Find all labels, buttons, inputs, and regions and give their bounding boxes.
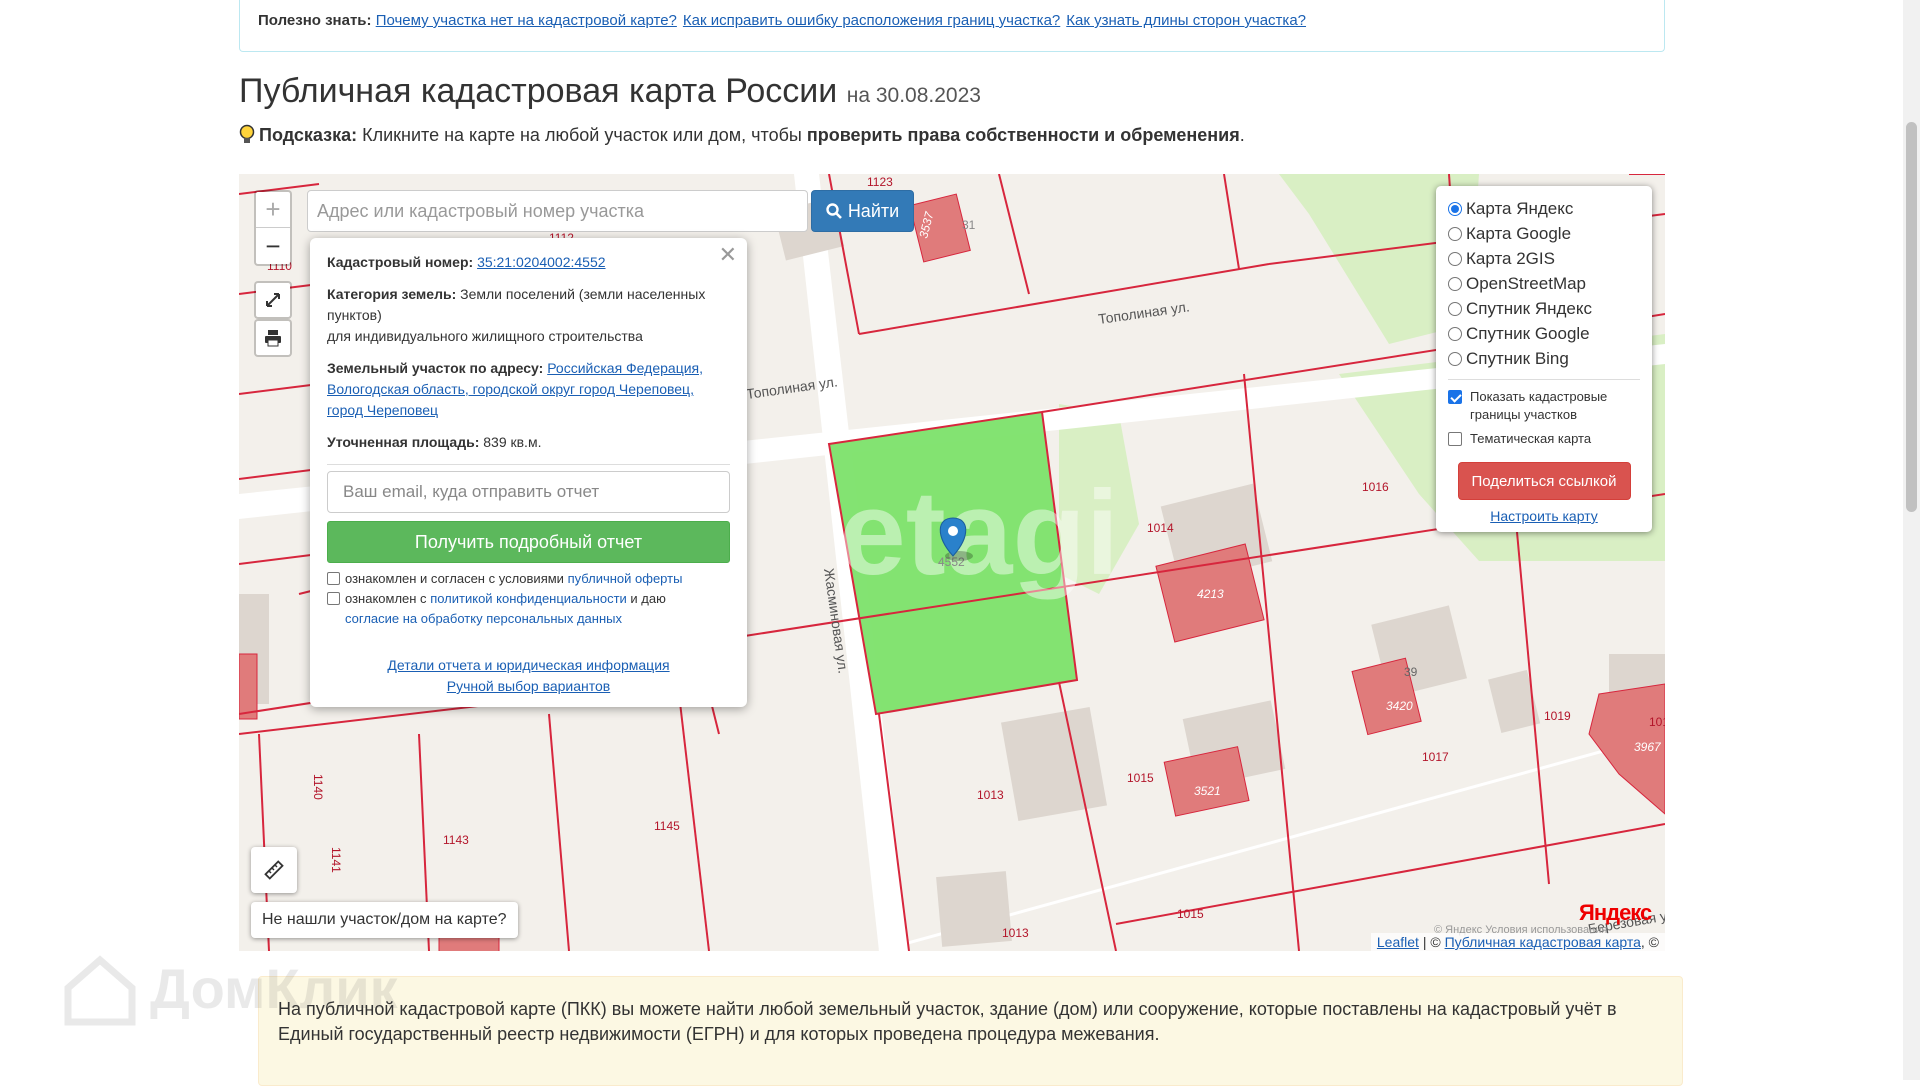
radio-button[interactable] bbox=[1448, 326, 1462, 341]
etagi-watermark: etagi bbox=[839, 466, 1119, 600]
print-button[interactable] bbox=[254, 319, 292, 357]
useful-link-side-lengths[interactable]: Как узнать длины сторон участка? bbox=[1066, 12, 1306, 29]
map-attribution: Leaflet | © Публичная кадастровая карта,… bbox=[1370, 933, 1665, 951]
parcel-label: 1010 bbox=[1649, 715, 1665, 729]
radio-button[interactable] bbox=[1448, 201, 1462, 216]
ruler-button[interactable] bbox=[251, 847, 297, 893]
agree-offer-checkbox[interactable]: ознакомлен и согласен с условиями публич… bbox=[327, 569, 730, 589]
radio-button[interactable] bbox=[1448, 301, 1462, 316]
area-row: Уточненная площадь: 839 кв.м. bbox=[327, 434, 542, 450]
hint: Подсказка: Кликните на карте на любой уч… bbox=[239, 124, 1245, 146]
report-details-link[interactable]: Детали отчета и юридическая информация bbox=[387, 657, 669, 673]
page-scrollbar[interactable] bbox=[1903, 0, 1920, 1080]
useful-label: Полезно знать: bbox=[258, 12, 372, 29]
layer-option-2gis-map[interactable]: Карта 2GIS bbox=[1448, 246, 1640, 271]
fullscreen-icon bbox=[266, 293, 280, 307]
offer-link[interactable]: публичной оферты bbox=[568, 571, 683, 586]
parcel-info-popup: ✕ Кадастровый номер: 35:21:0204002:4552 … bbox=[310, 238, 747, 707]
find-button[interactable]: Найти bbox=[811, 190, 914, 232]
building-label: 3420 bbox=[1386, 699, 1413, 713]
manual-choice-link[interactable]: Ручной выбор вариантов bbox=[447, 678, 611, 694]
not-found-button[interactable]: Не нашли участок/дом на карте? bbox=[251, 902, 518, 938]
layer-option-google-map[interactable]: Карта Google bbox=[1448, 221, 1640, 246]
page-title: Публичная кадастровая карта России на 30… bbox=[239, 72, 981, 110]
layer-option-yandex-map[interactable]: Карта Яндекс bbox=[1448, 196, 1640, 221]
building-label: 3521 bbox=[1194, 784, 1221, 798]
useful-link-why-missing[interactable]: Почему участка нет на кадастровой карте? bbox=[376, 12, 677, 29]
zoom-in-button[interactable]: + bbox=[256, 192, 290, 228]
land-use: для индивидуального жилищного строительс… bbox=[327, 328, 643, 344]
parcel-label: 1017 bbox=[1422, 750, 1449, 764]
scrollbar-thumb[interactable] bbox=[1906, 122, 1917, 512]
configure-map-link[interactable]: Настроить карту bbox=[1490, 508, 1598, 524]
parcel-label: 1140 bbox=[311, 774, 325, 800]
layer-option-google-satellite[interactable]: Спутник Google bbox=[1448, 321, 1640, 346]
page-date: на 30.08.2023 bbox=[846, 84, 981, 107]
house-logo-icon bbox=[64, 955, 136, 1026]
cadastral-number-row: Кадастровый номер: 35:21:0204002:4552 bbox=[327, 254, 606, 270]
agree-privacy-checkbox[interactable]: ознакомлен с политикой конфиденциальност… bbox=[327, 589, 730, 629]
building-label: 3967 bbox=[1634, 740, 1662, 754]
print-icon bbox=[265, 330, 281, 347]
domclick-watermark: ДомКлик bbox=[60, 948, 398, 1028]
privacy-link[interactable]: политикой конфиденциальности bbox=[430, 591, 627, 606]
parcel-label: 1015 bbox=[1177, 907, 1204, 921]
building-label: 31 bbox=[962, 218, 976, 232]
radio-button[interactable] bbox=[1448, 251, 1462, 266]
fullscreen-button[interactable] bbox=[254, 281, 292, 319]
parcel-label: 1013 bbox=[977, 788, 1004, 802]
address-row: Земельный участок по адресу: Российская … bbox=[327, 360, 704, 418]
yandex-logo: Яндекс bbox=[1579, 900, 1652, 925]
checkbox[interactable] bbox=[1448, 432, 1462, 446]
building-label: 4213 bbox=[1197, 587, 1224, 601]
checkbox[interactable] bbox=[327, 572, 340, 585]
street-label: Тополиная ул. bbox=[1097, 298, 1190, 327]
useful-links-panel: Полезно знать: Почему участка нет на кад… bbox=[239, 0, 1665, 52]
share-link-button[interactable]: Поделиться ссылкой bbox=[1457, 462, 1631, 500]
show-borders-toggle[interactable]: Показать кадастровые границы участков bbox=[1448, 388, 1640, 424]
land-category-row: Категория земель: Земли поселений (земли… bbox=[327, 286, 706, 344]
parcel-label: 1013 bbox=[1002, 926, 1029, 940]
email-field[interactable] bbox=[327, 471, 730, 513]
cadastral-number-link[interactable]: 35:21:0204002:4552 bbox=[477, 254, 605, 270]
checkbox[interactable] bbox=[1448, 390, 1462, 404]
find-button-label: Найти bbox=[847, 200, 900, 221]
layer-switcher: Карта Яндекс Карта Google Карта 2GIS Ope… bbox=[1436, 186, 1652, 532]
pkk-link[interactable]: Публичная кадастровая карта bbox=[1445, 934, 1641, 950]
parcel-label: 1141 bbox=[329, 847, 343, 873]
parcel-label: 1123 bbox=[867, 175, 893, 189]
consent-link[interactable]: согласие на обработку персональных данны… bbox=[345, 611, 622, 626]
useful-link-fix-error[interactable]: Как исправить ошибку расположения границ… bbox=[683, 12, 1060, 29]
lightbulb-icon bbox=[239, 124, 255, 143]
parcel-label: 1014 bbox=[1147, 521, 1174, 535]
layer-option-bing-satellite[interactable]: Спутник Bing bbox=[1448, 346, 1640, 371]
info-panel: На публичной кадастровой карте (ПКК) вы … bbox=[258, 976, 1683, 1086]
radio-button[interactable] bbox=[1448, 276, 1462, 291]
parcel-label: 1016 bbox=[1362, 480, 1389, 494]
layer-option-osm[interactable]: OpenStreetMap bbox=[1448, 271, 1640, 296]
cadastral-map[interactable]: etagi Тополиная ул. Тополиная ул. Жасмин… bbox=[239, 174, 1665, 951]
thematic-map-toggle[interactable]: Тематическая карта bbox=[1448, 430, 1640, 448]
leaflet-link[interactable]: Leaflet bbox=[1377, 934, 1419, 950]
parcel-label: 39 bbox=[1404, 665, 1418, 679]
radio-button[interactable] bbox=[1448, 226, 1462, 241]
close-icon[interactable]: ✕ bbox=[719, 244, 737, 266]
parcel-label: 1145 bbox=[654, 819, 680, 833]
parcel-label: 1143 bbox=[443, 833, 469, 847]
parcel-label: 1019 bbox=[1544, 709, 1571, 723]
get-report-button[interactable]: Получить подробный отчет bbox=[327, 521, 730, 563]
parcel-label: 1015 bbox=[1127, 771, 1154, 785]
search-icon bbox=[826, 203, 842, 219]
radio-button[interactable] bbox=[1448, 351, 1462, 366]
layer-option-yandex-satellite[interactable]: Спутник Яндекс bbox=[1448, 296, 1640, 321]
zoom-out-button[interactable]: − bbox=[256, 228, 290, 264]
hint-label: Подсказка: bbox=[259, 125, 358, 145]
ruler-icon bbox=[264, 860, 284, 880]
search-input[interactable] bbox=[307, 190, 808, 232]
checkbox[interactable] bbox=[327, 592, 340, 605]
zoom-control: + − bbox=[254, 190, 292, 266]
